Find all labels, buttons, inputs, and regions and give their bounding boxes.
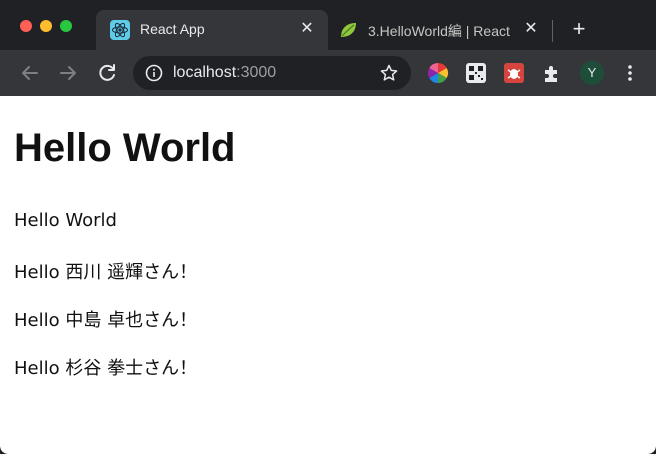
greeting-line: Hello 中島 卓也さん！ (14, 310, 198, 331)
info-icon[interactable] (145, 64, 163, 82)
zoom-window-button[interactable] (60, 20, 72, 32)
more-menu-icon[interactable] (620, 62, 640, 84)
leaf-icon (338, 20, 358, 40)
tab-helloworld[interactable]: 3.HelloWorld編 | React ✕ (328, 10, 550, 50)
greeting-line: Hello 杉谷 拳士さん！ (14, 358, 198, 379)
greeting-line: Hello World (14, 210, 117, 231)
qr-code-extension-icon[interactable] (465, 62, 487, 84)
close-tab-icon[interactable]: ✕ (298, 20, 316, 38)
reload-icon[interactable] (95, 61, 119, 85)
url-host: localhost (173, 64, 237, 81)
color-picker-extension-icon[interactable] (427, 62, 449, 84)
tab-divider (552, 20, 553, 42)
tab-strip: React App ✕ 3.HelloWorld編 | React ✕ + (0, 0, 656, 50)
page-heading: Hello World (14, 126, 236, 170)
close-window-button[interactable] (20, 20, 32, 32)
extensions-puzzle-icon[interactable] (541, 62, 563, 84)
react-icon (110, 20, 130, 40)
page-content: Hello World Hello World Hello 西川 遥輝さん！ H… (0, 96, 656, 454)
back-icon[interactable] (18, 61, 42, 85)
minimize-window-button[interactable] (40, 20, 52, 32)
tab-react-app[interactable]: React App ✕ (96, 10, 328, 50)
browser-window: React App ✕ 3.HelloWorld編 | React ✕ + lo… (0, 0, 656, 454)
bookmark-star-icon[interactable] (379, 63, 399, 83)
close-tab-icon[interactable]: ✕ (522, 20, 540, 38)
forward-icon[interactable] (56, 61, 80, 85)
tab-title: React App (140, 21, 205, 37)
url-port: :3000 (236, 64, 277, 81)
bug-extension-icon[interactable] (503, 62, 525, 84)
address-bar[interactable]: localhost:3000 (133, 56, 411, 90)
new-tab-button[interactable]: + (568, 18, 590, 40)
profile-avatar[interactable]: Y (580, 61, 604, 85)
tab-title: 3.HelloWorld編 | React (368, 23, 510, 39)
url-text: localhost:3000 (173, 64, 276, 82)
greeting-line: Hello 西川 遥輝さん！ (14, 262, 198, 283)
